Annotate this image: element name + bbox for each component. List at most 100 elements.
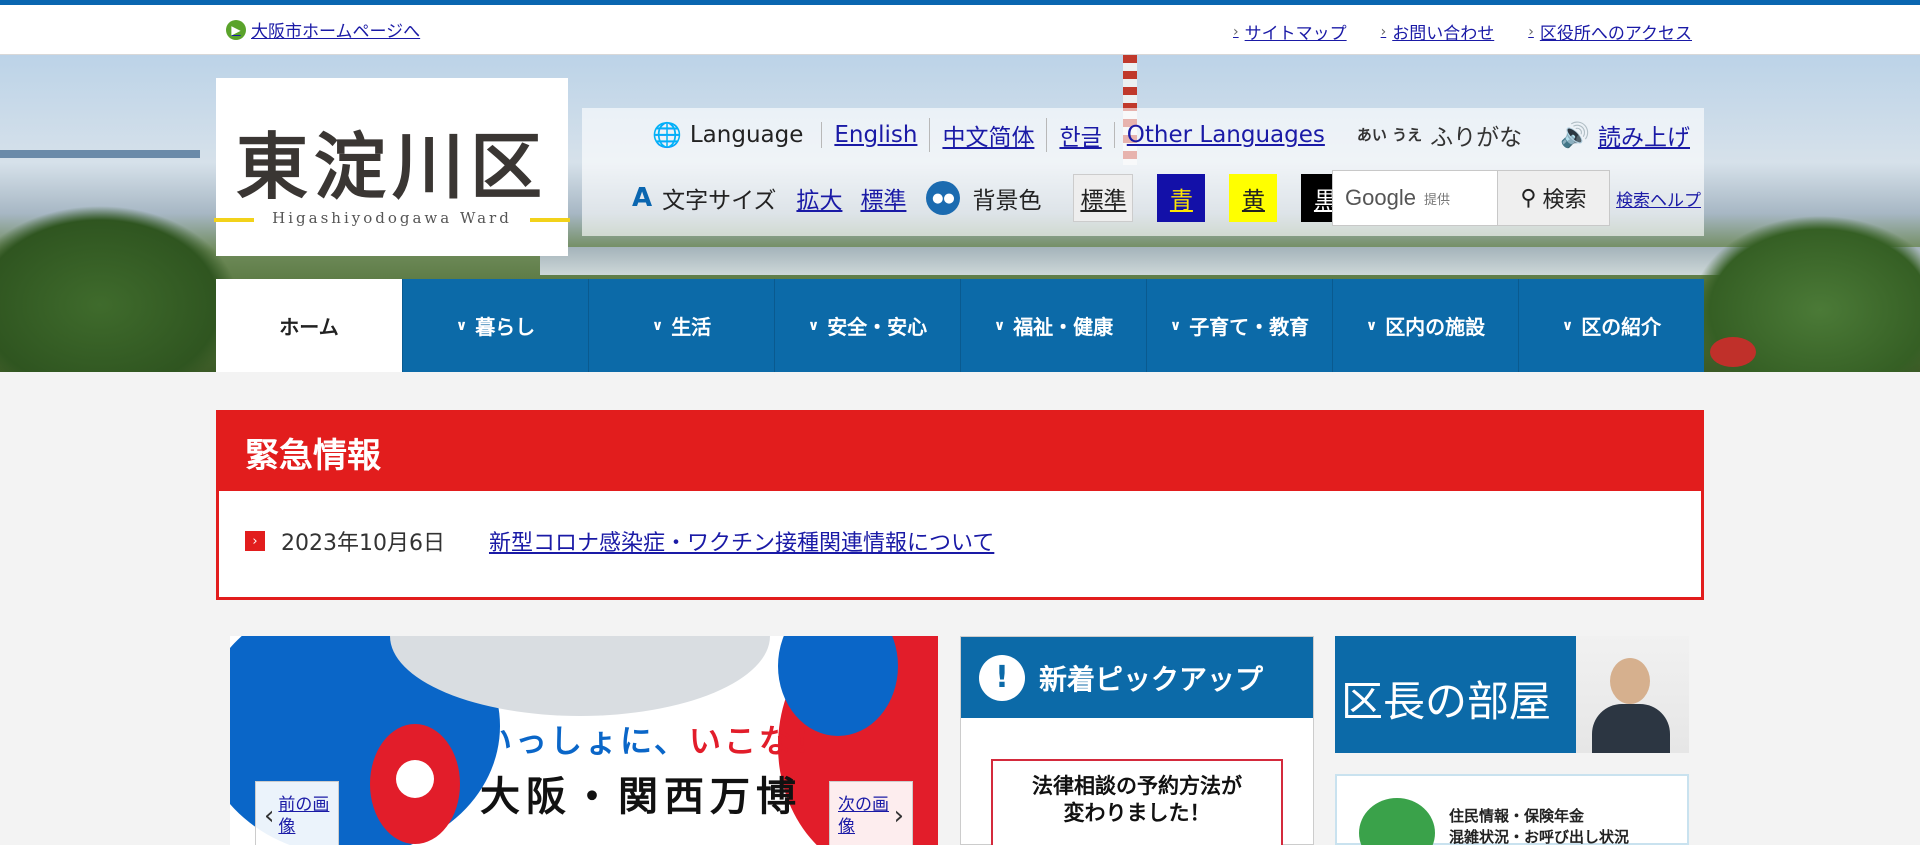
chevron-right-icon: › <box>245 531 265 551</box>
osaka-home-link-label: 大阪市ホームページへ <box>251 22 421 42</box>
exclamation-icon: ! <box>979 654 1025 701</box>
lang-other[interactable]: Other Languages <box>1113 122 1337 148</box>
osaka-home-link[interactable]: ▶ 大阪市ホームページへ <box>226 17 420 42</box>
read-aloud-link[interactable]: 読み上げ <box>1598 118 1690 152</box>
nav-facilities[interactable]: ∨ 区内の施設 <box>1332 279 1518 372</box>
logo-kanji: 東淀川区 <box>235 124 548 209</box>
next-image-button[interactable]: 次の画像 › <box>829 781 913 845</box>
furigana-toggle[interactable]: あい うえ ふりがな <box>1357 118 1522 152</box>
nav-about-label: 区の紹介 <box>1581 315 1662 339</box>
search-button-label: 検索 <box>1542 188 1587 213</box>
nav-home[interactable]: ホーム <box>216 279 402 372</box>
translate-icon: 🌐 <box>651 121 682 149</box>
emergency-info: 緊急情報 › 2023年10月6日 新型コロナ感染症・ワクチン接種関連情報につい… <box>216 410 1704 600</box>
resident-line2: 混雑状況・お呼び出し状況 <box>1449 828 1630 845</box>
chevron-down-icon: ∨ <box>807 317 820 334</box>
pickup-card-line1: 法律相談の予約方法が <box>1032 774 1242 798</box>
text-size-row: A 文字サイズ 拡大 標準 ●● 背景色 標準 青 黄 黒 <box>632 174 1367 222</box>
nav-living[interactable]: ∨ 暮らし <box>402 279 588 372</box>
nav-about[interactable]: ∨ 区の紹介 <box>1518 279 1704 372</box>
chevron-down-icon: ∨ <box>651 317 664 334</box>
resident-info-text: 住民情報・保険年金 混雑状況・お呼び出し状況 <box>1449 806 1629 845</box>
ward-logo[interactable]: 東淀川区 Higashiyodogawa Ward <box>214 78 570 256</box>
pickup-card-legal-consultation[interactable]: 法律相談の予約方法が 変わりました！ <box>991 759 1283 845</box>
search-provider: Google <box>1345 185 1416 210</box>
emergency-date: 2023年10月6日 <box>281 531 445 556</box>
nav-welfare-label: 福祉・健康 <box>1013 315 1114 339</box>
text-enlarge-link[interactable]: 拡大 <box>796 181 842 215</box>
pickup-title: 新着ピックアップ <box>1039 662 1264 696</box>
text-size-label: 文字サイズ <box>662 188 777 214</box>
chevron-right-icon: › <box>1233 23 1239 40</box>
lang-korean[interactable]: 한글 <box>1046 118 1113 152</box>
nav-living-label: 暮らし <box>475 315 536 339</box>
search-input[interactable]: Google 提供 <box>1332 170 1498 226</box>
nav-safety[interactable]: ∨ 安全・安心 <box>774 279 960 372</box>
search-help-link[interactable]: 検索ヘルプ <box>1616 186 1701 211</box>
global-nav: ホーム ∨ 暮らし ∨ 生活 ∨ 安全・安心 ∨ 福祉・健康 ∨ 子育て・教育 ∨ 区内の施… <box>216 279 1704 372</box>
text-standard-link[interactable]: 標準 <box>860 181 906 215</box>
background-label: 背景色 <box>972 188 1042 214</box>
slide-title: 大阪・関西万博 <box>480 774 802 820</box>
language-row: 🌐 Language English 中文简体 한글 Other Languag… <box>652 118 1690 152</box>
sitemap-link[interactable]: › サイトマップ <box>1233 19 1347 45</box>
palette-icon: ●● <box>926 181 961 215</box>
expo-mascot-image <box>370 724 460 844</box>
emergency-title: 緊急情報 <box>219 413 1701 491</box>
nav-facilities-label: 区内の施設 <box>1385 315 1486 339</box>
leaf-emblem-icon <box>1359 798 1435 845</box>
nav-childcare[interactable]: ∨ 子育て・教育 <box>1146 279 1332 372</box>
next-image-label: 次の画像 <box>838 794 889 837</box>
lang-chinese[interactable]: 中文简体 <box>929 118 1046 152</box>
resident-info-banner[interactable]: 住民情報・保険年金 混雑状況・お呼び出し状況 <box>1335 774 1689 845</box>
site-search: Google 提供 ⚲ 検索 検索ヘルプ <box>1332 170 1701 226</box>
chevron-right-icon: › <box>1380 23 1387 40</box>
emergency-link[interactable]: 新型コロナ感染症・ワクチン接種関連情報について <box>489 525 994 557</box>
prev-image-button[interactable]: ‹ 前の画像 <box>255 781 339 845</box>
bg-blue-button[interactable]: 青 <box>1157 174 1206 222</box>
nav-welfare[interactable]: ∨ 福祉・健康 <box>960 279 1146 372</box>
planter-scenery <box>1710 337 1756 367</box>
chevron-down-icon: ∨ <box>1561 317 1574 334</box>
prev-image-label: 前の画像 <box>278 794 330 837</box>
chevron-down-icon: ∨ <box>1365 317 1378 334</box>
text-size-icon: A <box>632 183 653 213</box>
furigana-icon: あい うえ <box>1356 125 1423 144</box>
contact-link-label: お問い合わせ <box>1392 24 1495 44</box>
resident-line1: 住民情報・保険年金 <box>1449 807 1585 825</box>
chevron-left-icon: ‹ <box>264 801 275 831</box>
slide-tagline-a: いっしょに、 <box>480 722 690 760</box>
nav-safety-label: 安全・安心 <box>827 315 928 339</box>
top-utility-bar: ▶ 大阪市ホームページへ › サイトマップ › お問い合わせ › 区役所へのアクセス <box>0 0 1920 55</box>
arrow-circle-icon: ▶ <box>226 19 246 40</box>
search-provider-suffix: 提供 <box>1423 191 1450 207</box>
contact-link[interactable]: › お問い合わせ <box>1380 19 1495 45</box>
slide-tagline-b: いこな！ <box>689 722 830 760</box>
new-pickup-panel: ! 新着ピックアップ 法律相談の予約方法が 変わりました！ <box>960 636 1314 845</box>
nav-childcare-label: 子育て・教育 <box>1189 315 1310 339</box>
accessibility-tools: 🌐 Language English 中文简体 한글 Other Languag… <box>582 108 1704 236</box>
search-button[interactable]: ⚲ 検索 <box>1498 170 1610 226</box>
bg-standard-button[interactable]: 標準 <box>1073 174 1134 222</box>
banner-slideshow[interactable]: いっしょに、いこな！ 大阪・関西万博 ‹ 前の画像 次の画像 › <box>230 636 938 845</box>
mayor-room-title: 区長の部屋 <box>1341 677 1552 726</box>
lang-english[interactable]: English <box>821 122 929 148</box>
chevron-down-icon: ∨ <box>993 317 1006 334</box>
speaker-icon: 🔊 <box>1560 121 1590 149</box>
logo-roman: Higashiyodogawa Ward <box>272 209 512 227</box>
access-link[interactable]: › 区役所へのアクセス <box>1528 19 1692 45</box>
chevron-down-icon: ∨ <box>455 317 468 334</box>
access-link-label: 区役所へのアクセス <box>1539 24 1692 44</box>
nav-home-label: ホーム <box>279 315 339 339</box>
chevron-right-icon: › <box>893 801 904 831</box>
chevron-down-icon: ∨ <box>1169 317 1182 334</box>
read-aloud[interactable]: 🔊 読み上げ <box>1560 118 1690 152</box>
bg-yellow-button[interactable]: 黄 <box>1229 174 1278 222</box>
mayor-room-banner[interactable]: 区長の部屋 <box>1335 636 1689 753</box>
pickup-card-line2: 変わりました！ <box>1063 801 1211 826</box>
nav-life[interactable]: ∨ 生活 <box>588 279 774 372</box>
pickup-header: ! 新着ピックアップ <box>961 637 1313 718</box>
chevron-right-icon: › <box>1528 23 1534 40</box>
sitemap-link-label: サイトマップ <box>1244 24 1347 44</box>
utility-links: › サイトマップ › お問い合わせ › 区役所へのアクセス <box>1233 19 1692 45</box>
